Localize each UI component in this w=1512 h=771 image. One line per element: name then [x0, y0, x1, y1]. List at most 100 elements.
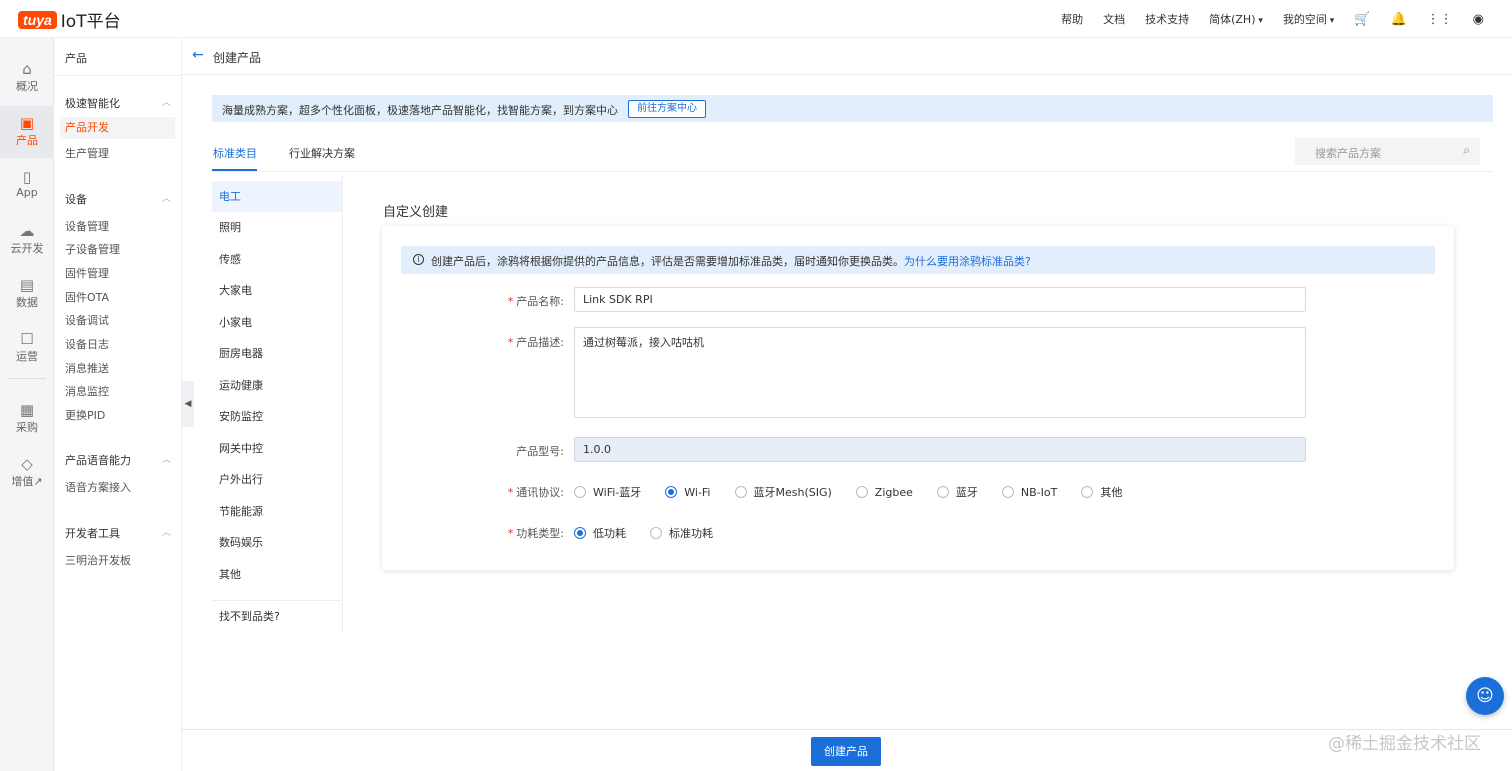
subnav-group-device[interactable]: 设备 ︿ [65, 191, 171, 207]
category-not-found-link[interactable]: 找不到品类? [212, 601, 342, 632]
language-select[interactable]: 简体(ZH) [1209, 11, 1263, 27]
radio-dot [734, 486, 747, 498]
create-product-form: i 创建产品后，涂鸦将根据你提供的产品信息，评估是否需要增加标准品类，届时通知你… [382, 226, 1454, 570]
tab-standard-category[interactable]: 标准类目 [213, 145, 257, 161]
protocol-option-other[interactable]: 其他 [1081, 484, 1122, 500]
category-item[interactable]: 传感 [212, 244, 342, 275]
product-name-input[interactable]: Link SDK RPI [574, 287, 1306, 312]
category-item[interactable]: 大家电 [212, 275, 342, 306]
rail-label: 产品 [16, 134, 38, 147]
protocol-option-nbiot[interactable]: NB-IoT [1001, 486, 1057, 499]
power-radio-group: 低功耗 标准功耗 [574, 525, 737, 541]
tab-industry-solution[interactable]: 行业解决方案 [289, 145, 355, 161]
page-header: ← 创建产品 [182, 38, 1512, 75]
apps-grid-icon[interactable]: ⋮⋮ [1427, 12, 1453, 27]
protocol-option-ble-mesh[interactable]: 蓝牙Mesh(SIG) [734, 484, 832, 500]
subnav-item-monitor[interactable]: 消息监控 [65, 383, 109, 399]
rail-label: 运营 [16, 350, 38, 363]
label-text: 产品名称: [516, 295, 564, 308]
category-list: 电工 照明 传感 大家电 小家电 厨房电器 运动健康 安防监控 网关中控 户外出… [212, 174, 343, 632]
collapse-sidebar-button[interactable]: ◀ [182, 381, 194, 427]
rail-item-data[interactable]: ▤ 数据 [0, 268, 54, 320]
subnav-item-debug[interactable]: 设备调试 [65, 312, 109, 328]
search-icon[interactable]: ⌕ [1463, 143, 1470, 158]
option-label: 蓝牙Mesh(SIG) [753, 486, 832, 499]
category-item[interactable]: 厨房电器 [212, 338, 342, 369]
docs-link[interactable]: 文档 [1103, 11, 1125, 27]
cart-icon[interactable]: 🛒 [1354, 12, 1370, 27]
category-item[interactable]: 数码娱乐 [212, 527, 342, 558]
goto-solution-center-button[interactable]: 前往方案中心 [628, 100, 706, 118]
logo[interactable]: tuya IoT平台 [18, 7, 121, 32]
subnav-item-device-mgmt[interactable]: 设备管理 [65, 218, 109, 234]
group-title: 产品语音能力 [65, 454, 131, 467]
subnav-group-speed[interactable]: 极速智能化 ︿ [65, 95, 171, 111]
store-icon: ▦ [19, 401, 35, 419]
solution-banner: 海量成熟方案，超多个性化面板，极速落地产品智能化，找智能方案，到方案中心 前往方… [212, 95, 1493, 122]
sub-nav: 产品 极速智能化 ︿ 产品开发 生产管理 设备 ︿ 设备管理 子设备管理 固件管… [54, 38, 182, 771]
category-item[interactable]: 照明 [212, 212, 342, 243]
radio-dot [1081, 486, 1094, 498]
protocol-option-zigbee[interactable]: Zigbee [855, 486, 913, 499]
rail-item-operation[interactable]: ☐ 运营 [0, 322, 54, 374]
rail-item-overview[interactable]: ⌂ 概况 [0, 52, 54, 104]
rail-item-app[interactable]: ▯ App [0, 160, 54, 212]
support-link[interactable]: 技术支持 [1145, 11, 1189, 27]
top-bar: tuya IoT平台 帮助 文档 技术支持 简体(ZH) 我的空间 🛒 🔔 ⋮⋮… [0, 0, 1512, 38]
rail-item-purchase[interactable]: ▦ 采购 [0, 393, 54, 445]
category-item[interactable]: 户外出行 [212, 464, 342, 495]
search-box[interactable]: 搜索产品方案 ⌕ [1295, 138, 1480, 165]
power-option-standard[interactable]: 标准功耗 [650, 525, 713, 541]
power-option-low[interactable]: 低功耗 [574, 525, 626, 541]
footer-bar: 创建产品 [182, 729, 1512, 771]
subnav-item-logs[interactable]: 设备日志 [65, 336, 109, 352]
rail-divider [8, 378, 46, 379]
my-space-menu[interactable]: 我的空间 [1283, 11, 1334, 27]
subnav-item-product-dev[interactable]: 产品开发 [60, 117, 175, 139]
rail-label: 增值↗ [11, 475, 43, 488]
create-product-button[interactable]: 创建产品 [811, 737, 881, 766]
protocol-option-ble[interactable]: 蓝牙 [936, 484, 978, 500]
user-avatar-icon[interactable]: ◉ [1473, 12, 1484, 27]
back-arrow-icon[interactable]: ← [192, 47, 204, 63]
product-model-label: 产品型号: [464, 443, 564, 459]
option-label: 标准功耗 [669, 527, 713, 540]
category-item[interactable]: 小家电 [212, 307, 342, 338]
rail-item-product[interactable]: ▣ 产品 [0, 106, 54, 158]
subnav-group-devtools[interactable]: 开发者工具 ︿ [65, 525, 171, 541]
rail-item-cloud[interactable]: ☁ 云开发 [0, 214, 54, 266]
product-icon: ▣ [19, 114, 35, 132]
category-item[interactable]: 安防监控 [212, 401, 342, 432]
chat-support-button[interactable]: ☺ [1466, 677, 1504, 715]
subnav-item-subdevice[interactable]: 子设备管理 [65, 241, 120, 257]
search-input[interactable]: 搜索产品方案 [1315, 145, 1381, 161]
radio-dot [574, 486, 586, 498]
category-item[interactable]: 节能能源 [212, 496, 342, 527]
subnav-item-ota[interactable]: 固件OTA [65, 289, 109, 305]
banner-text: 海量成熟方案，超多个性化面板，极速落地产品智能化，找智能方案，到方案中心 [222, 104, 618, 117]
product-desc-textarea[interactable]: 通过树莓派，接入咕咕机 [574, 327, 1306, 418]
subnav-item-firmware[interactable]: 固件管理 [65, 265, 109, 281]
category-item[interactable]: 运动健康 [212, 370, 342, 401]
radio-dot-selected [665, 486, 678, 498]
chevron-up-icon: ︿ [161, 455, 171, 465]
operation-icon: ☐ [20, 330, 34, 348]
category-item[interactable]: 其他 [212, 559, 342, 590]
why-standard-category-link[interactable]: 为什么要用涂鸦标准品类? [904, 255, 1031, 268]
category-item[interactable]: 电工 [212, 181, 342, 212]
protocol-option-wifi[interactable]: Wi-Fi [665, 486, 711, 499]
subnav-group-voice[interactable]: 产品语音能力 ︿ [65, 452, 171, 468]
bell-icon[interactable]: 🔔 [1390, 12, 1406, 27]
rail-item-value-added[interactable]: ◇ 增值↗ [0, 447, 54, 499]
subnav-item-push[interactable]: 消息推送 [65, 360, 109, 376]
subnav-item-production[interactable]: 生产管理 [65, 145, 109, 161]
chevron-up-icon: ︿ [161, 528, 171, 538]
subnav-item-pid[interactable]: 更换PID [65, 407, 105, 423]
subnav-item-voice[interactable]: 语音方案接入 [65, 479, 131, 495]
category-item[interactable]: 网关中控 [212, 433, 342, 464]
label-text: 功耗类型: [516, 527, 564, 540]
watermark: @稀土掘金技术社区 [1328, 734, 1481, 754]
subnav-item-sandwich[interactable]: 三明治开发板 [65, 552, 131, 568]
help-link[interactable]: 帮助 [1061, 11, 1083, 27]
protocol-option-wifi-ble[interactable]: WiFi-蓝牙 [574, 484, 641, 500]
